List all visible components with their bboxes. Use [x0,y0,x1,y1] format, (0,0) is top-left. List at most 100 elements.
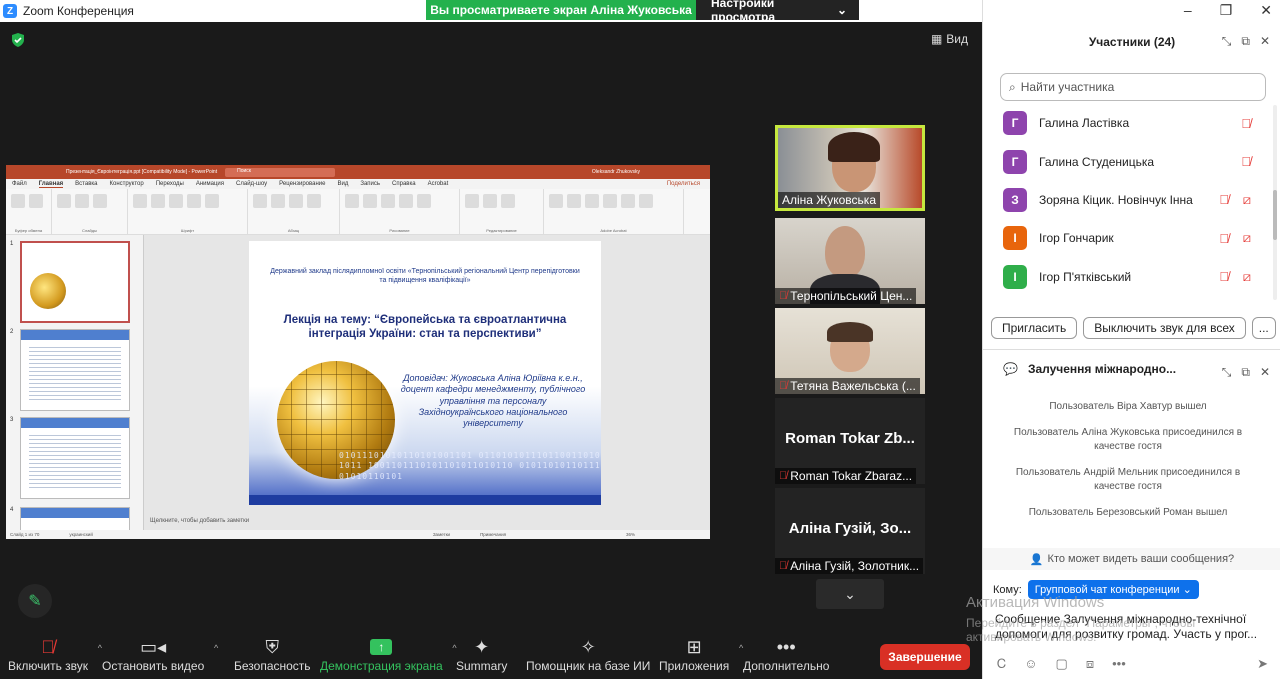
window-title: Zoom Конференция [23,4,134,18]
close-icon[interactable]: ✕ [1260,365,1270,380]
participant-face [825,226,865,278]
more-button[interactable]: ••• Дополнительно [743,635,829,674]
pop-out-icon[interactable]: ⧉ [1241,365,1250,380]
ppt-ribbon-group: Слайды [52,189,128,234]
slide-lecture-title: Лекція на тему: “Європейська та євроатла… [283,314,567,341]
close-icon[interactable]: ✕ [1260,2,1272,19]
screenshot-icon[interactable]: ⧈ [1086,656,1094,672]
participant-search-input[interactable]: ⌕ Найти участника [1000,73,1266,101]
ribbon-tool-icon [621,194,635,208]
apps-icon: ⊞ [686,636,702,657]
video-tile[interactable]: Аліна Гузій, Зо... 🎙̸ Аліна Гузій, Золотн… [775,488,925,574]
stop-video-button[interactable]: ▭◂ Остановить видео ^ [102,635,218,674]
video-placeholder-name: Аліна Гузій, Зо... [788,520,912,537]
view-options-label: Настройки просмотра [711,0,776,24]
participants-scrollbar[interactable] [1273,105,1277,300]
search-placeholder: Найти участника [1020,80,1115,94]
ppt-ribbon-group: Абзац [248,189,340,234]
slide-editor: Державний заклад післядипломної освіти «… [144,235,710,530]
thumbnail-stripe [21,508,129,518]
ppt-tab: Запись [360,181,381,187]
participant-row[interactable]: Г Галина Студеницька 🎙̸ [983,142,1273,180]
windows-activation-title: Активация Windows [966,594,1105,611]
format-icon[interactable]: Ꮯ [997,656,1006,672]
participant-row[interactable]: І Ігор П'ятківський 🎙̸ ⧄ [983,258,1273,296]
invite-button[interactable]: Пригласить [991,317,1078,339]
side-panel: – ❐ ✕ Участники (24) ⤡ ⧉ ✕ ⌕ Найти участ… [982,0,1280,679]
avatar: Г [1003,149,1027,174]
slide-binary-decoration: 01011101010110101001101 0110101011101100… [339,451,601,481]
mic-muted-icon: 🎙̸ [779,470,788,482]
avatar: Г [1003,111,1027,136]
video-tile[interactable]: Аліна Жуковська [775,125,925,211]
close-icon[interactable]: ✕ [1260,34,1270,49]
chevron-up-icon[interactable]: ^ [214,643,218,653]
participant-row[interactable]: З Зоряна Кіцик. Новінчук Інна 🎙̸ ⧄ [983,181,1273,219]
status-language: украинский [69,532,93,537]
sparkle-icon: ✧ [580,636,596,657]
ppt-tab: Слайд-шоу [236,181,268,187]
ribbon-tool-icon [345,194,359,208]
video-name-label: 🎙̸ Аліна Гузій, Золотник... [775,558,924,574]
scroll-videos-down-button[interactable]: ⌄ [816,579,884,609]
pop-out-icon[interactable]: ⧉ [1241,34,1250,49]
video-tile[interactable]: 🎙̸ Тернопільський Цен... [775,218,925,304]
collapse-icon[interactable]: ⤡ [1222,365,1232,380]
ribbon-tool-icon [465,194,479,208]
slide-bottom-bar [249,495,601,505]
search-icon: ⌕ [1009,79,1016,94]
view-button[interactable]: ▦ Вид [931,32,968,46]
shared-screen[interactable]: Презентація_Євроінтеграція.ppt [Compatib… [6,165,710,539]
current-slide: Державний заклад післядипломної освіти «… [249,241,601,505]
annotate-pen-button[interactable]: ✎ [18,584,52,618]
share-banner: Вы просматриваете экран Аліна Жуковська … [426,0,859,24]
video-tile[interactable]: Roman Tokar Zb... 🎙̸ Roman Tokar Zbaraz..… [775,398,925,484]
participant-name: Ігор Гончарик [1039,231,1114,246]
view-options-button[interactable]: Настройки просмотра ⌄ [696,0,859,24]
encryption-shield-icon[interactable] [10,32,26,48]
meeting-toolbar: 🎙̸ Включить звук ^ ▭◂ Остановить видео ^… [0,630,982,679]
ppt-search: Поиск [225,167,336,177]
video-name-label: Аліна Жуковська [778,192,880,208]
video-tile[interactable]: 🎙̸ Тетяна Важельська (... [775,308,925,394]
notes-placeholder: Щелкните, чтобы добавить заметки [150,518,250,524]
zoom-logo-icon: Z [3,4,17,18]
maximize-icon[interactable]: ❐ [1220,2,1233,19]
ai-companion-button[interactable]: ✧ Помощник на базе ИИ [526,635,650,674]
status-zoom: 36% [626,532,636,537]
ribbon-tool-icon [483,194,497,208]
minimize-icon[interactable]: – [1184,2,1192,19]
file-icon[interactable]: ▢ [1056,656,1068,672]
end-meeting-button[interactable]: Завершение [880,644,970,670]
ribbon-tool-icon [57,194,71,208]
mute-all-button[interactable]: Выключить звук для всех [1083,317,1246,339]
video-placeholder-name: Roman Tokar Zb... [785,430,915,447]
participant-row[interactable]: І Ігор Гончарик 🎙̸ ⧄ [983,219,1273,257]
collapse-icon[interactable]: ⤡ [1222,34,1232,49]
slide-organization: Державний заклад післядипломної освіти «… [270,268,580,285]
emoji-icon[interactable]: ☺ [1024,656,1037,672]
apps-button[interactable]: ⊞ Приложения ^ [659,635,743,674]
mic-muted-icon: 🎙̸ [1241,154,1251,170]
who-sees-label: Кто может видеть ваши сообщения? [1047,553,1235,565]
summary-button[interactable]: ✦ Summary [456,635,507,674]
ppt-status-bar: Слайд 1 из 70 украинский Заметки Примеча… [6,530,710,539]
participant-hair [827,322,873,342]
who-can-see-link[interactable]: 👤 Кто может видеть ваши сообщения? [983,548,1280,570]
security-button[interactable]: ⛨ Безопасность [234,635,311,674]
share-screen-button[interactable]: ↑ Демонстрация экрана ^ [320,635,457,673]
unmute-button[interactable]: 🎙̸ Включить звук ^ [8,635,102,674]
apps-label: Приложения [659,659,730,673]
chat-system-message: Пользователь Віра Хавтур вышел [1049,401,1207,412]
more-options-button[interactable]: ... [1251,317,1276,339]
participant-row[interactable]: Г Галина Ластівка 🎙̸ [983,104,1273,142]
ppt-ribbon-group: Рисование [340,189,460,234]
thumbnail-text [29,344,121,402]
thumbnail-stripe [21,330,129,340]
ribbon-tool-icon [187,194,201,208]
send-icon[interactable]: ➤ [1257,656,1268,672]
ppt-tab: Рецензирование [279,181,326,187]
person-icon: 👤 [1029,553,1044,566]
more-dots-icon[interactable]: ••• [1112,656,1126,672]
ribbon-tool-icon [585,194,599,208]
